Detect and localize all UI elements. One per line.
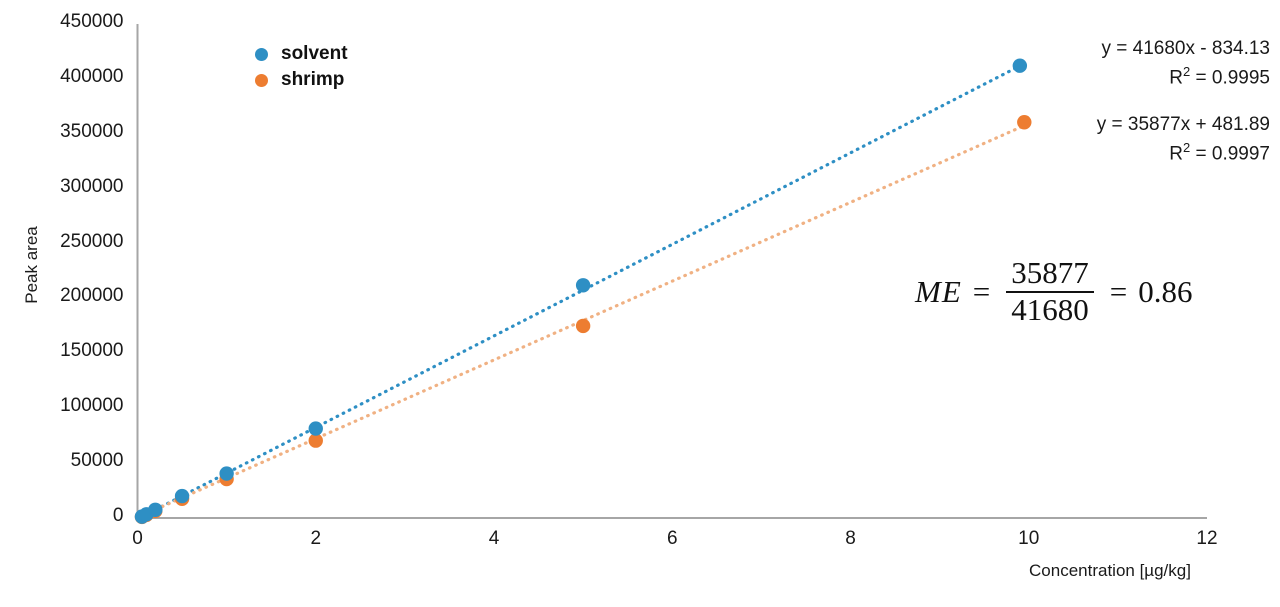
r-squared-solvent-value: = 0.9995 [1190, 67, 1270, 89]
legend-item-shrimp: shrimp [255, 67, 348, 93]
data-point-solvent [174, 488, 190, 504]
y-axis-tick-label: 150000 [60, 340, 124, 362]
legend-marker-solvent-icon [255, 47, 268, 61]
x-axis-tick-label: 8 [845, 528, 856, 549]
data-point-shrimp [575, 318, 591, 334]
me-equals-sign: = [972, 273, 991, 309]
me-numerator: 35877 [1011, 255, 1089, 290]
me-symbol: ME [915, 273, 962, 309]
me-denominator: 41680 [1011, 291, 1089, 327]
chart-page: 0 50000 100000 150000 200000 250000 300000 3500… [0, 0, 1280, 607]
y-axis-tick-label: 250000 [60, 230, 124, 252]
trendline-solvent [135, 64, 1022, 521]
legend-marker-shrimp-icon [255, 73, 268, 87]
x-axis-tick-label: 0 [132, 528, 143, 549]
r-squared-shrimp-value: = 0.9997 [1190, 143, 1270, 165]
equation-annotation-shrimp: y = 35877x + 481.89 R2 = 0.9997 [1000, 112, 1270, 168]
x-axis-tick-label: 10 [1018, 528, 1040, 549]
y-axis-tick-label: 400000 [60, 65, 124, 87]
y-axis-tick-label: 450000 [60, 11, 124, 32]
equation-line-solvent: y = 41680x - 834.13 [1101, 38, 1271, 59]
legend-label-solvent: solvent [281, 43, 348, 64]
data-point-solvent [308, 421, 323, 436]
x-axis-tick-label: 6 [666, 528, 678, 549]
y-axis-tick-label: 100000 [60, 395, 124, 417]
r-squared-shrimp-prefix: R [1169, 143, 1183, 165]
equation-annotation-solvent: y = 41680x - 834.13 R2 = 0.9995 [1000, 36, 1271, 92]
equation-line-shrimp: y = 35877x + 481.89 [1096, 114, 1270, 135]
x-axis-tick-label: 12 [1196, 528, 1218, 549]
chart-legend: solvent shrimp [255, 41, 348, 93]
y-axis-tick-label: 200000 [60, 285, 124, 307]
data-point-solvent [575, 278, 591, 293]
data-point-solvent [219, 466, 234, 481]
data-points-solvent [134, 58, 1028, 524]
trendline-group [135, 64, 1026, 521]
y-axis-tick-label: 50000 [70, 450, 124, 472]
r-squared-solvent: R2 = 0.9995 [1000, 63, 1270, 92]
x-axis-tick-label: 2 [310, 528, 322, 549]
y-axis-tick-label: 350000 [60, 120, 124, 142]
me-result-equals-sign: = [1109, 273, 1128, 309]
r-squared-solvent-prefix: R [1169, 67, 1183, 89]
y-axis-tick-label: 300000 [60, 175, 124, 197]
legend-item-solvent: solvent [255, 41, 348, 67]
x-axis-tick-label: 4 [488, 528, 500, 549]
me-fraction: 35877 41680 [1006, 255, 1094, 327]
matrix-effect-formula: ME = 35877 41680 = 0.86 [915, 255, 1193, 327]
data-points-shrimp [134, 115, 1032, 525]
y-axis-title: Peak area [22, 226, 41, 304]
data-point-solvent [148, 502, 163, 517]
me-result-value: 0.86 [1138, 273, 1193, 309]
r-squared-shrimp: R2 = 0.9997 [1000, 139, 1270, 168]
y-axis-tick-label: 0 [112, 505, 124, 526]
x-axis-title: Concentration [µg/kg] [1029, 561, 1191, 580]
legend-label-shrimp: shrimp [281, 69, 345, 90]
